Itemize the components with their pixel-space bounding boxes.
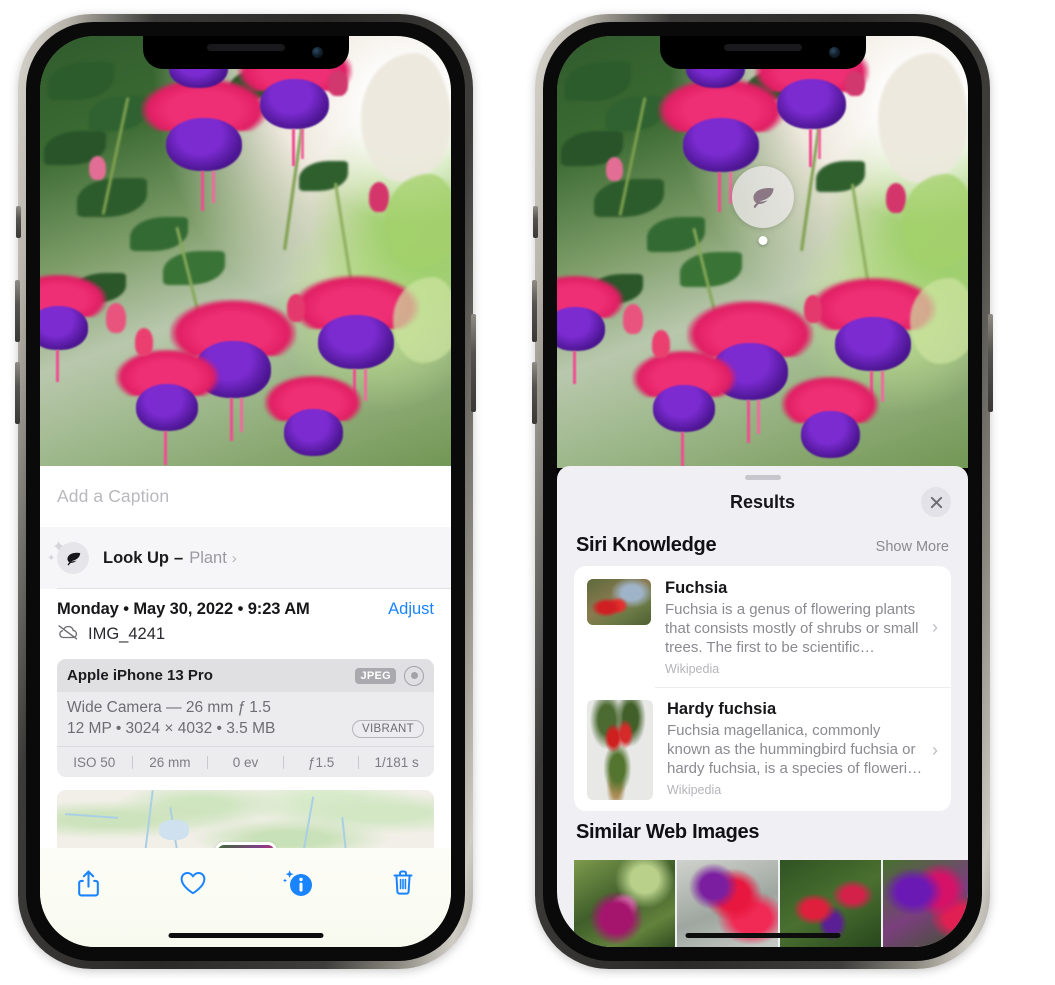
knowledge-item[interactable]: Fuchsia Fuchsia is a genus of flowering …	[574, 566, 951, 687]
front-camera-icon	[828, 47, 840, 58]
knowledge-item[interactable]: Hardy fuchsia Fuchsia magellanica, commo…	[574, 687, 951, 811]
knowledge-title: Fuchsia	[665, 579, 728, 597]
favorite-button[interactable]	[171, 861, 215, 905]
iphone-right-device: Results Siri Knowledge Show More Fuchsia…	[532, 14, 993, 969]
section-title: Siri Knowledge	[576, 534, 717, 556]
exif-shutter: 1/181 s	[374, 754, 419, 770]
exif-aperture: ƒ1.5	[307, 754, 335, 770]
device-notch	[659, 36, 866, 69]
screenshot-root: Add a Caption ✦ ✦ Look Up – Plant › Mond…	[0, 0, 1055, 985]
knowledge-title: Hardy fuchsia	[667, 700, 777, 718]
knowledge-source: Wikipedia	[665, 662, 720, 676]
power-button[interactable]	[988, 314, 993, 412]
look-up-subject: Plant	[189, 548, 227, 567]
share-button[interactable]	[66, 861, 110, 905]
power-button[interactable]	[471, 314, 476, 412]
photo-date: Monday • May 30, 2022 • 9:23 AM	[57, 600, 310, 618]
knowledge-description: Fuchsia magellanica, commonly known as t…	[667, 722, 923, 777]
screen-left: Add a Caption ✦ ✦ Look Up – Plant › Mond…	[40, 36, 451, 947]
photo-metadata: Monday • May 30, 2022 • 9:23 AM Adjust I…	[40, 589, 451, 647]
chevron-right-icon: ›	[231, 549, 237, 567]
photo-info-sheet: Add a Caption ✦ ✦ Look Up – Plant › Mond…	[40, 466, 451, 947]
visual-lookup-badge[interactable]	[731, 166, 794, 228]
volume-up-button[interactable]	[15, 280, 20, 342]
photo-viewer[interactable]	[557, 36, 968, 468]
knowledge-thumbnail	[587, 579, 651, 625]
camera-lens-line: Wide Camera — 26 mm ƒ 1.5	[67, 699, 271, 716]
device-bezel: Add a Caption ✦ ✦ Look Up – Plant › Mond…	[26, 22, 465, 961]
info-button[interactable]	[276, 861, 320, 905]
silent-switch[interactable]	[533, 206, 538, 238]
leaf-icon	[57, 542, 89, 574]
results-sheet: Results Siri Knowledge Show More Fuchsia…	[557, 466, 968, 947]
camera-size-line: 12 MP • 3024 × 4032 • 3.5 MB	[67, 720, 276, 737]
screen-right: Results Siri Knowledge Show More Fuchsia…	[557, 36, 968, 947]
profile-badge: VIBRANT	[352, 720, 424, 738]
camera-model: Apple iPhone 13 Pro	[67, 667, 213, 684]
device-notch	[142, 36, 349, 69]
caption-placeholder: Add a Caption	[57, 486, 170, 506]
exif-ev: 0 ev	[232, 754, 259, 770]
knowledge-description: Fuchsia is a genus of flowering plants t…	[665, 601, 919, 656]
chevron-right-icon: ›	[932, 617, 938, 637]
chevron-right-icon: ›	[932, 739, 938, 760]
format-badge: JPEG	[355, 667, 396, 684]
look-up-row[interactable]: ✦ ✦ Look Up – Plant ›	[40, 527, 451, 589]
exif-row: ISO 50 26 mm 0 ev ƒ1.5 1/181 s	[57, 746, 434, 777]
leaf-icon	[752, 187, 774, 208]
photo-viewer[interactable]	[40, 36, 451, 466]
delete-button[interactable]	[381, 861, 425, 905]
volume-up-button[interactable]	[532, 280, 537, 342]
knowledge-thumbnail	[587, 700, 653, 800]
results-header: Results	[557, 480, 968, 524]
volume-down-button[interactable]	[15, 362, 20, 424]
sparkle-icon-small: ✦	[47, 553, 56, 564]
home-indicator[interactable]	[685, 933, 840, 938]
photo-filename: IMG_4241	[88, 625, 166, 643]
show-more-button[interactable]: Show More	[876, 539, 949, 555]
web-image-thumbnail[interactable]	[574, 860, 675, 947]
exif-focal: 26 mm	[149, 754, 191, 770]
look-up-title: Look Up	[103, 548, 169, 567]
knowledge-source: Wikipedia	[667, 783, 722, 797]
earpiece-speaker	[723, 44, 802, 51]
results-title: Results	[729, 491, 796, 512]
caption-field[interactable]: Add a Caption	[40, 466, 451, 527]
home-indicator[interactable]	[168, 933, 323, 938]
close-button[interactable]	[921, 487, 951, 517]
visual-lookup-anchor-dot	[758, 236, 767, 245]
camera-info-card: Apple iPhone 13 Pro JPEG Wide Camera — 2…	[57, 659, 434, 777]
silent-switch[interactable]	[16, 206, 21, 238]
earpiece-speaker	[206, 44, 285, 51]
device-bezel: Results Siri Knowledge Show More Fuchsia…	[543, 22, 982, 961]
section-title: Similar Web Images	[576, 821, 760, 843]
raw-target-icon	[404, 665, 424, 686]
iphone-left-device: Add a Caption ✦ ✦ Look Up – Plant › Mond…	[15, 14, 476, 969]
similar-web-images-header: Similar Web Images	[557, 811, 968, 848]
close-icon	[930, 496, 942, 508]
exif-iso: ISO 50	[73, 754, 116, 770]
siri-knowledge-card: Fuchsia Fuchsia is a genus of flowering …	[574, 566, 951, 811]
adjust-button[interactable]: Adjust	[388, 600, 434, 619]
look-up-dash: –	[174, 548, 184, 567]
web-image-thumbnail[interactable]	[883, 860, 968, 947]
icloud-slash-icon	[57, 624, 79, 645]
camera-card-header: Apple iPhone 13 Pro JPEG	[57, 659, 434, 692]
volume-down-button[interactable]	[532, 362, 537, 424]
front-camera-icon	[311, 47, 323, 58]
siri-knowledge-header: Siri Knowledge Show More	[557, 524, 968, 566]
